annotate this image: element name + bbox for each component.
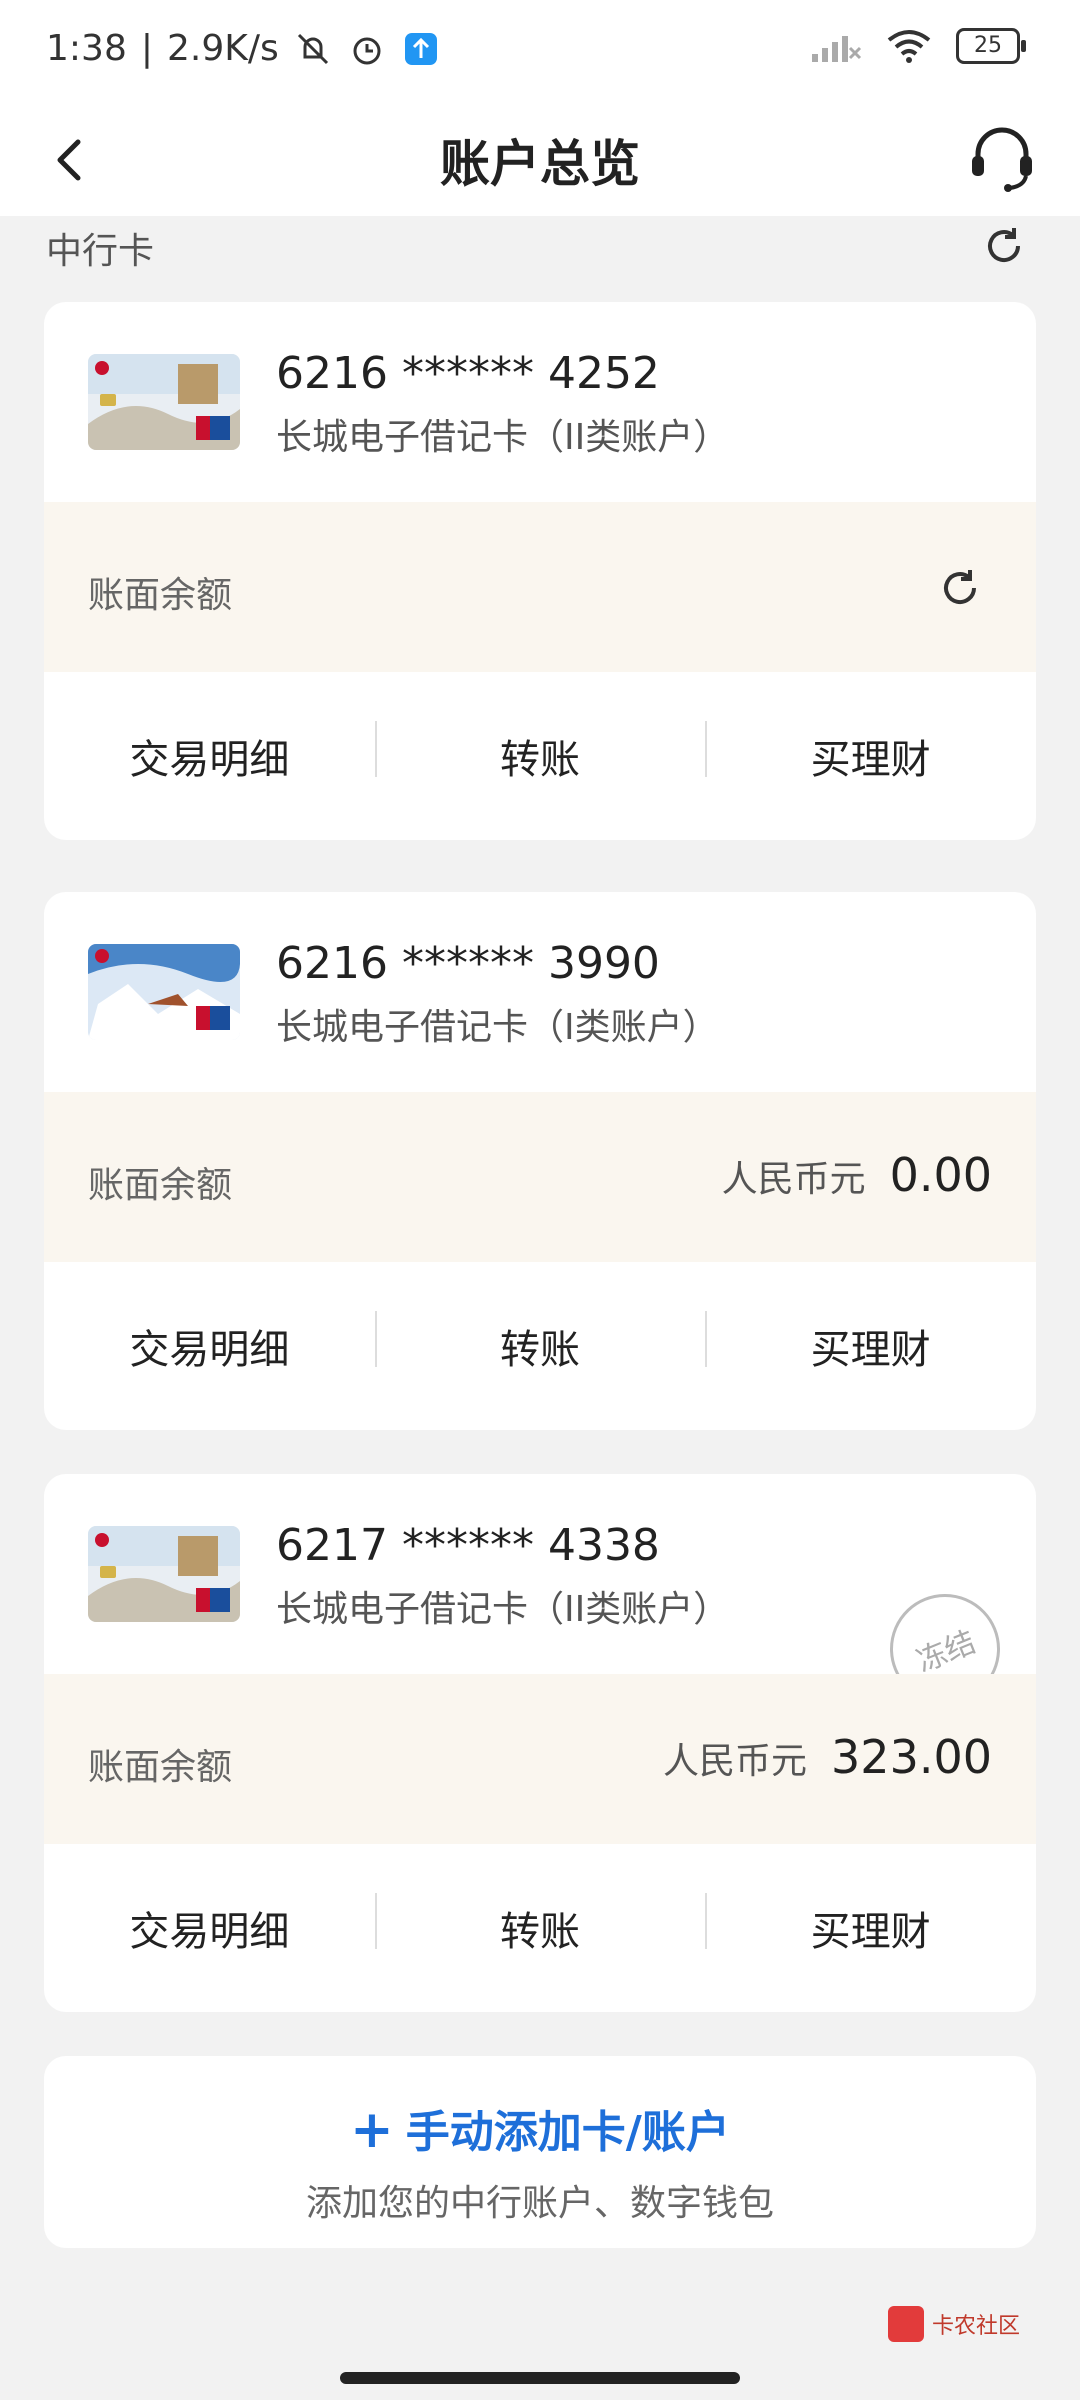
alarm-icon: [353, 37, 381, 64]
transaction-details-button[interactable]: 交易明细: [44, 1899, 375, 1957]
balance-amount: 0.00: [889, 1148, 992, 1202]
refresh-icon[interactable]: [980, 222, 1028, 270]
transaction-details-button[interactable]: 交易明细: [44, 1317, 375, 1375]
buy-wealth-button[interactable]: 买理财: [705, 721, 1036, 785]
network-speed: 2.9K/s: [166, 28, 279, 69]
add-card-title: + 手动添加卡/账户: [44, 2096, 1036, 2160]
account-card[interactable]: 6217 ****** 4338 长城电子借记卡（II类账户） 冻结 账面余额 …: [44, 1474, 1036, 2012]
card-actions: 交易明细 转账 买理财: [44, 1844, 1036, 2012]
watermark-logo-icon: [887, 2306, 924, 2342]
card-header: 6217 ****** 4338 长城电子借记卡（II类账户） 冻结: [44, 1474, 1036, 1721]
card-actions: 交易明细 转账 买理财: [44, 672, 1036, 840]
card-type: 长城电子借记卡（I类账户）: [276, 1007, 719, 1048]
status-bar-right: 25: [810, 28, 1026, 64]
add-card-label: 手动添加卡/账户: [405, 2107, 730, 2158]
watermark: 卡农社区: [887, 2306, 1020, 2342]
card-number: 6217 ****** 4338: [276, 1520, 660, 1571]
transfer-button[interactable]: 转账: [374, 1893, 706, 1957]
battery-icon: 25: [956, 28, 1026, 64]
transfer-button[interactable]: 转账: [374, 1311, 706, 1375]
bank-card-image: [88, 354, 240, 450]
clock: 1:38: [46, 28, 127, 69]
card-type: 长城电子借记卡（II类账户）: [276, 1589, 730, 1630]
balance-value: 人民币元 323.00: [663, 1730, 992, 1784]
transaction-details-button[interactable]: 交易明细: [44, 727, 375, 785]
balance-label: 账面余额: [88, 1747, 233, 1788]
transfer-button[interactable]: 转账: [374, 721, 706, 785]
buy-wealth-button[interactable]: 买理财: [705, 1311, 1036, 1375]
card-actions: 交易明细 转账 买理财: [44, 1262, 1036, 1430]
balance-row: 账面余额 人民币元 0.00: [44, 1092, 1036, 1262]
section-title: 中行卡: [46, 231, 155, 272]
buy-wealth-button[interactable]: 买理财: [705, 1893, 1036, 1957]
signal-icon: [812, 36, 862, 62]
balance-amount: 323.00: [831, 1730, 992, 1784]
balance-label: 账面余额: [88, 575, 233, 616]
status-bar: 1:38 | 2.9K/s 25: [0, 0, 1080, 100]
balance-label: 账面余额: [88, 1165, 233, 1206]
plus-icon: +: [350, 2100, 394, 2160]
add-card-subtitle: 添加您的中行账户、数字钱包: [305, 2183, 774, 2224]
status-separator: |: [140, 28, 153, 69]
balance-currency: 人民币元: [721, 1159, 866, 1200]
card-number: 6216 ****** 4252: [276, 348, 660, 399]
add-card-account-button[interactable]: + 手动添加卡/账户 添加您的中行账户、数字钱包: [44, 2056, 1036, 2248]
wifi-icon: [887, 30, 931, 63]
account-card[interactable]: 6216 ****** 4252 长城电子借记卡（II类账户） 账面余额 交易明…: [44, 302, 1036, 840]
card-number: 6216 ****** 3990: [276, 938, 660, 989]
card-header: 6216 ****** 3990 长城电子借记卡（I类账户）: [44, 892, 1036, 1092]
card-header: 6216 ****** 4252 长城电子借记卡（II类账户）: [44, 302, 1036, 502]
muted-bell-icon: [297, 33, 328, 64]
balance-row: 账面余额 人民币元 323.00: [44, 1674, 1036, 1844]
bank-card-image: [88, 944, 240, 1040]
home-indicator[interactable]: [340, 2372, 740, 2384]
bank-card-image: [88, 1526, 240, 1622]
upload-notification-icon: [404, 32, 437, 65]
status-bar-left: 1:38 | 2.9K/s: [46, 28, 441, 69]
account-card[interactable]: 6216 ****** 3990 长城电子借记卡（I类账户） 账面余额 人民币元…: [44, 892, 1036, 1430]
balance-value: 人民币元 0.00: [722, 1148, 992, 1202]
nav-bar: 账户总览: [0, 100, 1080, 216]
page-title: 账户总览: [440, 135, 640, 193]
card-type: 长城电子借记卡（II类账户）: [276, 417, 730, 458]
balance-row: 账面余额: [44, 502, 1036, 672]
watermark-text: 卡农社区: [931, 2314, 1020, 2339]
balance-currency: 人民币元: [663, 1741, 808, 1782]
balance-refresh-icon[interactable]: [936, 564, 984, 612]
customer-service-headset-icon[interactable]: [964, 120, 1040, 196]
